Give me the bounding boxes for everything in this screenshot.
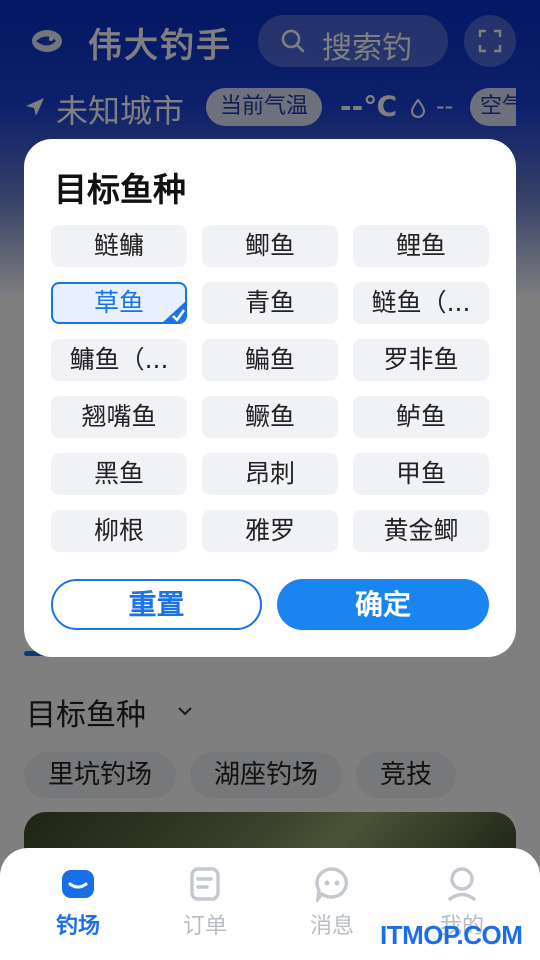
- fish-option[interactable]: 雅罗: [202, 510, 338, 552]
- fish-option[interactable]: 翘嘴鱼: [51, 396, 187, 438]
- nav-label: 订单: [182, 914, 227, 939]
- fish-option-selected[interactable]: 草鱼: [51, 282, 187, 324]
- fish-option[interactable]: 鲢鱼（...: [353, 282, 489, 324]
- fish-option[interactable]: 青鱼: [202, 282, 338, 324]
- nav-item-orders[interactable]: 订单: [155, 866, 255, 946]
- confirm-button[interactable]: 确定: [277, 579, 489, 630]
- order-icon: [190, 867, 220, 901]
- message-icon: [315, 867, 348, 902]
- fish-option[interactable]: 鲢鳙: [51, 225, 187, 267]
- reset-button[interactable]: 重置: [51, 579, 262, 630]
- fish-option[interactable]: 鳜鱼: [202, 396, 338, 438]
- fish-option[interactable]: 黄金鲫: [353, 510, 489, 552]
- fish-option[interactable]: 昂刺: [202, 453, 338, 495]
- fish-option[interactable]: 鲫鱼: [202, 225, 338, 267]
- fish-option[interactable]: 柳根: [51, 510, 187, 552]
- fish-option[interactable]: 鳊鱼: [202, 339, 338, 381]
- nav-item-messages[interactable]: 消息: [282, 866, 382, 946]
- fish-option[interactable]: 鲈鱼: [353, 396, 489, 438]
- fish-option[interactable]: 鳙鱼（...: [51, 339, 187, 381]
- fish-option[interactable]: 罗非鱼: [353, 339, 489, 381]
- checkmark-icon: [163, 301, 185, 322]
- fishing-spot-icon: [62, 870, 94, 898]
- nav-label: 消息: [309, 914, 354, 939]
- profile-icon: [448, 867, 476, 901]
- fish-option[interactable]: 鲤鱼: [353, 225, 489, 267]
- fish-option[interactable]: 黑鱼: [51, 453, 187, 495]
- watermark-text: ITMOP.COM: [380, 920, 523, 950]
- nav-label: 钓场: [55, 914, 100, 939]
- nav-item-fishing-spot[interactable]: 钓场: [28, 866, 128, 946]
- fish-option[interactable]: 甲鱼: [353, 453, 489, 495]
- fish-species-dialog: 目标鱼种 鲢鳙 鲫鱼 鲤鱼 草鱼 青鱼 鲢鱼（... 鳙鱼（... 鳊鱼 罗非鱼…: [24, 139, 516, 657]
- fish-option-label: 草鱼: [93, 288, 144, 317]
- dialog-title: 目标鱼种: [54, 170, 186, 209]
